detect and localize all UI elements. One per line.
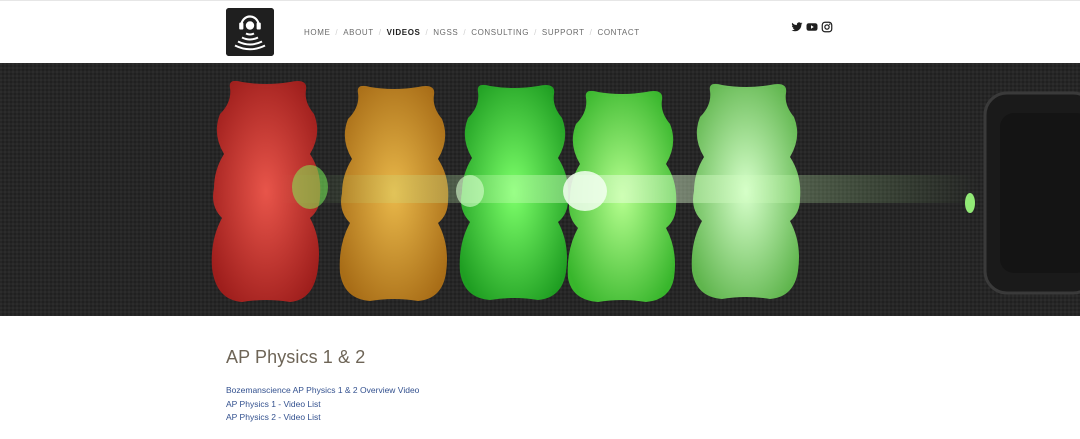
video-links-list: Bozemanscience AP Physics 1 & 2 Overview… <box>226 384 846 425</box>
twitter-icon[interactable] <box>791 21 803 33</box>
main-content: AP Physics 1 & 2 Bozemanscience AP Physi… <box>226 346 846 425</box>
nav-separator: / <box>589 28 593 37</box>
ap-physics-2-video-list-link[interactable]: AP Physics 2 - Video List <box>226 411 846 425</box>
nav-consulting[interactable]: CONSULTING <box>471 28 529 38</box>
main-nav: HOME / ABOUT / VIDEOS / NGSS / CONSULTIN… <box>304 28 640 38</box>
nav-about[interactable]: ABOUT <box>343 28 374 38</box>
gummy-bears-laser-photo <box>0 63 1080 316</box>
page-title: AP Physics 1 & 2 <box>226 347 366 367</box>
nav-ngss[interactable]: NGSS <box>433 28 458 38</box>
nav-separator: / <box>335 28 339 37</box>
youtube-icon[interactable] <box>806 21 818 33</box>
nav-contact[interactable]: CONTACT <box>597 28 639 38</box>
social-links <box>791 21 833 33</box>
nav-support[interactable]: SUPPORT <box>542 28 585 38</box>
ap-physics-1-video-list-link[interactable]: AP Physics 1 - Video List <box>226 398 846 412</box>
nav-videos[interactable]: VIDEOS <box>387 28 421 38</box>
instagram-icon[interactable] <box>821 21 833 33</box>
nav-separator: / <box>534 28 537 37</box>
headphones-sound-waves-logo-icon <box>226 8 274 56</box>
nav-separator: / <box>425 28 429 37</box>
hero-banner <box>0 63 1080 316</box>
site-header: HOME / ABOUT / VIDEOS / NGSS / CONSULTIN… <box>0 0 1080 63</box>
nav-separator: / <box>463 28 467 37</box>
nav-home[interactable]: HOME <box>304 28 330 38</box>
nav-separator: / <box>378 28 382 37</box>
site-logo[interactable] <box>226 8 274 56</box>
overview-video-link[interactable]: Bozemanscience AP Physics 1 & 2 Overview… <box>226 384 846 398</box>
